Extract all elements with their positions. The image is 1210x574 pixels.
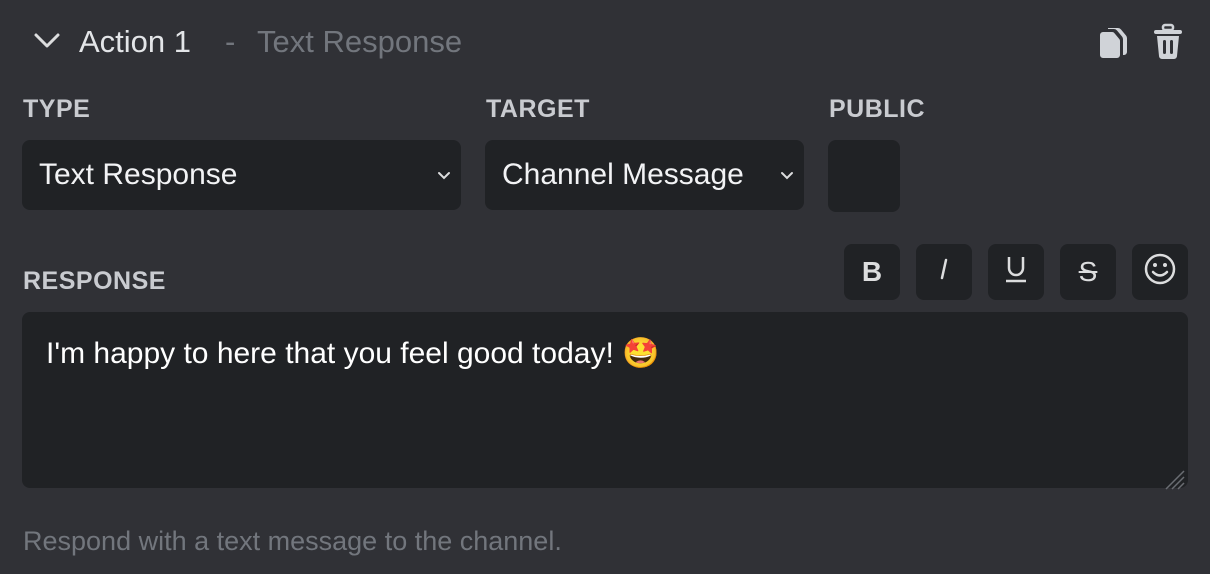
resize-handle[interactable] (1162, 462, 1186, 490)
strikethrough-button[interactable]: S (1060, 244, 1116, 300)
bold-button[interactable]: B (844, 244, 900, 300)
chevron-down-icon (780, 167, 794, 180)
underline-button[interactable] (988, 244, 1044, 300)
type-select-value: Text Response (39, 158, 238, 191)
type-select[interactable]: Text Response (22, 140, 461, 210)
strikethrough-icon: S (1078, 256, 1098, 287)
type-label: TYPE (23, 95, 91, 123)
title-separator: - (225, 24, 236, 59)
response-text: I'm happy to here that you feel good tod… (46, 337, 660, 370)
target-label: TARGET (486, 95, 590, 123)
action-title: Action 1 (79, 24, 192, 59)
public-label: PUBLIC (829, 95, 926, 123)
target-select[interactable]: Channel Message (485, 140, 804, 210)
underline-icon (1003, 254, 1029, 291)
emoji-button[interactable] (1132, 244, 1188, 300)
italic-icon (934, 256, 954, 289)
action-subtitle: Text Response (257, 24, 463, 59)
public-checkbox[interactable] (828, 140, 900, 212)
help-text: Respond with a text message to the chann… (23, 526, 562, 556)
chevron-down-icon (437, 167, 451, 180)
target-select-value: Channel Message (502, 158, 744, 191)
copy-icon[interactable] (1096, 22, 1130, 62)
response-textarea[interactable]: I'm happy to here that you feel good tod… (22, 312, 1188, 490)
trash-icon[interactable] (1152, 22, 1184, 62)
smiley-icon (1143, 252, 1177, 293)
bold-icon: B (861, 256, 883, 287)
response-label: RESPONSE (23, 267, 166, 295)
chevron-down-icon[interactable] (32, 28, 62, 54)
italic-button[interactable] (916, 244, 972, 300)
